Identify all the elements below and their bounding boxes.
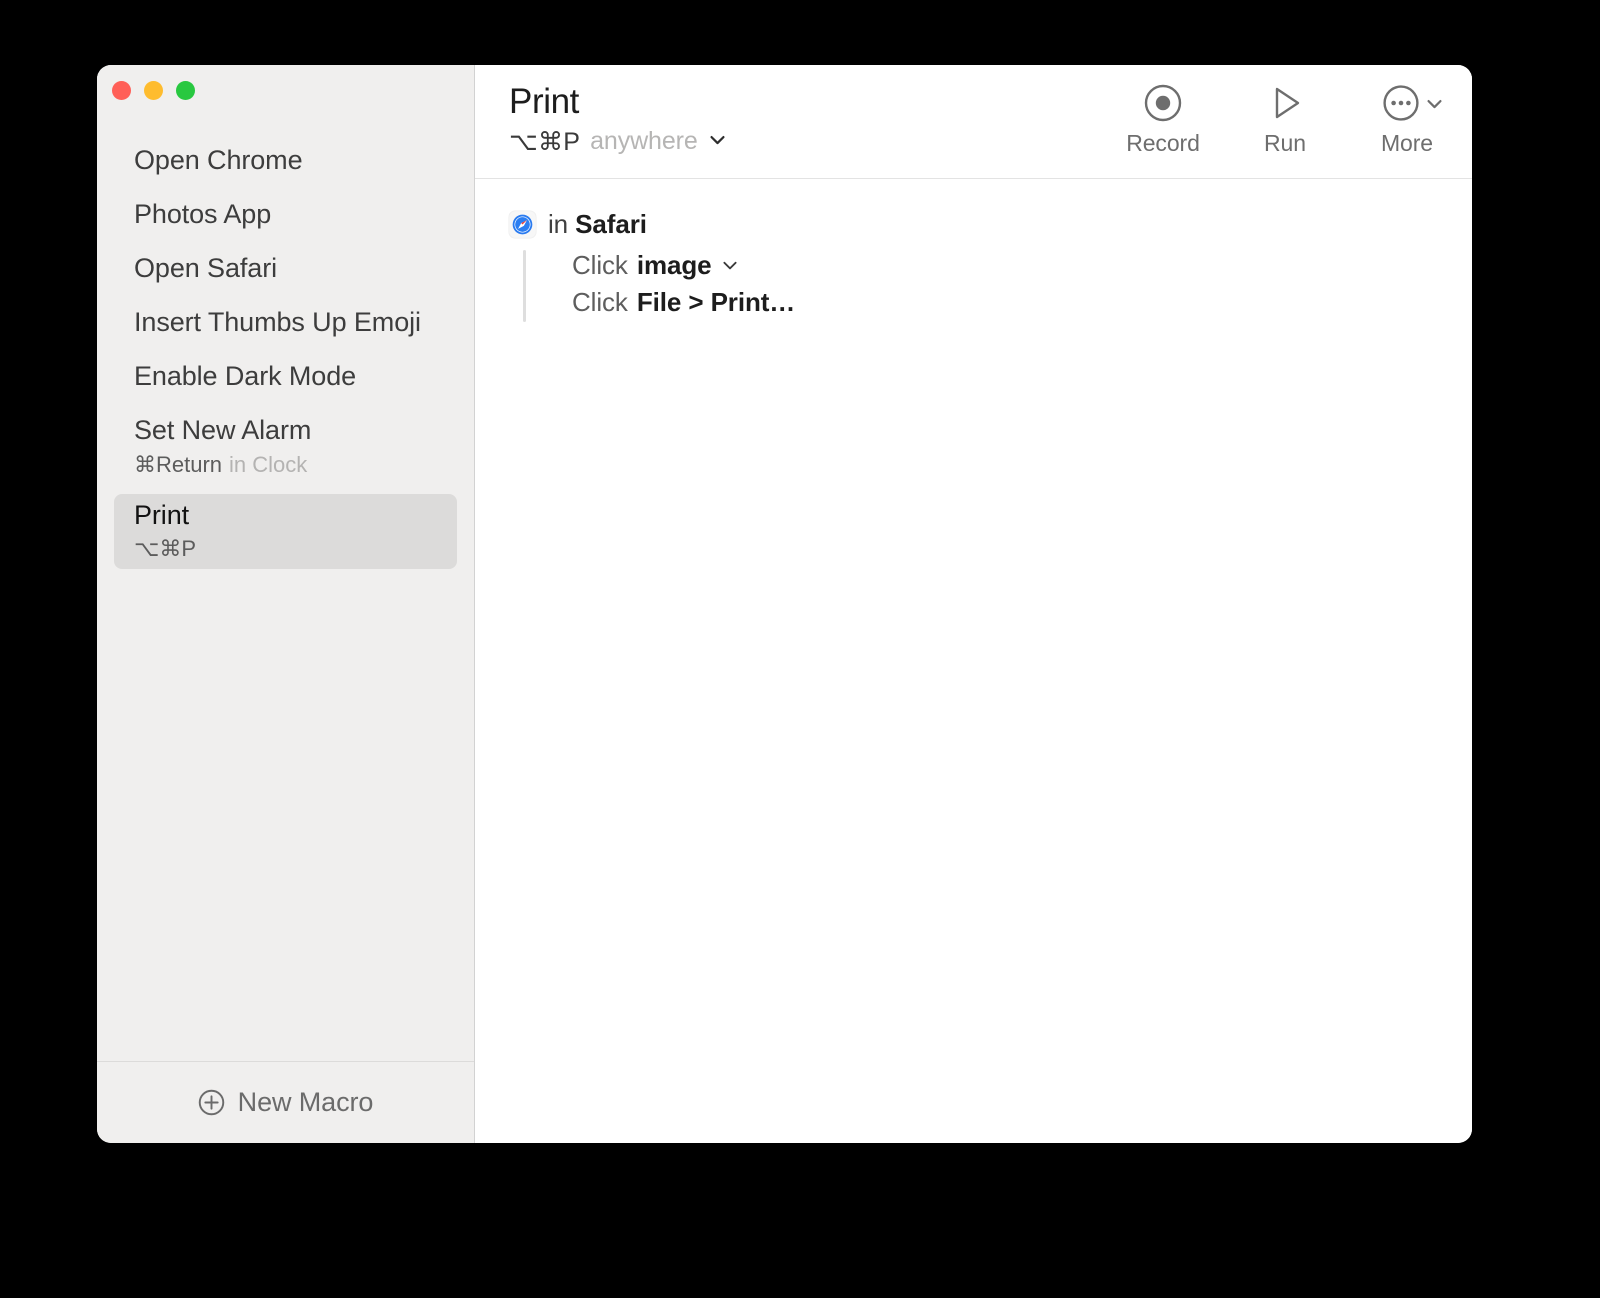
macro-title: Enable Dark Mode [134, 361, 357, 392]
script-steps: Click image Click File > Print… [509, 247, 1472, 322]
script-context-text: in Safari [548, 209, 647, 240]
run-label: Run [1264, 130, 1306, 156]
new-macro-button[interactable]: New Macro [190, 1083, 382, 1122]
window-controls [97, 65, 474, 100]
macro-header: Print ⌥⌘P anywhere Record Run More [475, 65, 1472, 179]
macro-scope: in Clock [229, 451, 308, 477]
chevron-down-icon[interactable] [721, 247, 739, 284]
macro-list-item-insert-thumbs-up-emoji[interactable]: Insert Thumbs Up Emoji [114, 301, 457, 345]
macro-shortcut: ⌘Return [134, 451, 223, 477]
script-context-row[interactable]: in Safari [509, 209, 1472, 240]
step-verb: Click [572, 286, 628, 317]
macro-title: Print [134, 500, 190, 531]
macro-title: Insert Thumbs Up Emoji [134, 307, 421, 338]
macro-list-item-set-new-alarm[interactable]: Set New Alarm ⌘Return in Clock [114, 409, 457, 484]
close-window-button[interactable] [112, 81, 131, 100]
safari-icon [509, 211, 536, 238]
macro-scope-value[interactable]: anywhere [590, 127, 698, 156]
macro-list-item-open-chrome[interactable]: Open Chrome [114, 139, 457, 183]
more-button[interactable]: More [1370, 83, 1444, 157]
step-target: image [636, 250, 712, 280]
header-titles: Print ⌥⌘P anywhere [509, 80, 727, 157]
step-verb: Click [572, 250, 628, 280]
macro-subtitle: ⌘Return in Clock [134, 450, 437, 480]
macro-list-item-photos-app[interactable]: Photos App [114, 193, 457, 237]
script-step-click-image[interactable]: Click image [523, 247, 1472, 284]
toolbar: Record Run More [1126, 80, 1444, 157]
main-panel: Print ⌥⌘P anywhere Record Run More in Sa… [475, 65, 1472, 1143]
macro-title: Photos App [134, 199, 272, 230]
record-icon [1143, 83, 1183, 123]
sidebar-footer: New Macro [97, 1061, 474, 1143]
play-icon [1265, 83, 1305, 123]
more-label: More [1380, 130, 1433, 156]
macro-shortcut-value[interactable]: ⌥⌘P [509, 127, 580, 157]
macro-subtitle: ⌥⌘P [134, 534, 437, 564]
macro-shortcut: ⌥⌘P [134, 536, 197, 562]
chevron-down-icon [1425, 94, 1444, 113]
macro-title: Open Safari [134, 253, 277, 284]
macro-list: Open Chrome Photos App Open Safari Inser… [97, 99, 474, 1061]
minimize-window-button[interactable] [144, 81, 163, 100]
sidebar: Open Chrome Photos App Open Safari Inser… [97, 65, 475, 1143]
macro-list-item-open-safari[interactable]: Open Safari [114, 247, 457, 291]
record-button[interactable]: Record [1126, 83, 1200, 157]
macro-title: Set New Alarm [134, 415, 312, 446]
plus-circle-icon [198, 1089, 225, 1116]
maximize-window-button[interactable] [176, 81, 195, 100]
new-macro-label: New Macro [237, 1087, 374, 1117]
macro-list-item-print[interactable]: Print ⌥⌘P [114, 494, 457, 570]
app-window: Open Chrome Photos App Open Safari Inser… [97, 65, 1472, 1143]
record-label: Record [1126, 130, 1200, 156]
macro-list-item-enable-dark-mode[interactable]: Enable Dark Mode [114, 355, 457, 399]
ellipsis-circle-icon [1381, 83, 1421, 123]
macro-script-body: in Safari Click image Click File > Print… [475, 179, 1472, 1143]
chevron-down-icon[interactable] [708, 130, 727, 154]
macro-title: Open Chrome [134, 145, 303, 175]
context-app-name: Safari [575, 209, 647, 239]
step-group-rail [523, 250, 526, 322]
context-prefix: in [548, 209, 569, 239]
script-step-click-file-print[interactable]: Click File > Print… [523, 284, 1472, 321]
page-title: Print [509, 82, 579, 121]
macro-meta: ⌥⌘P anywhere [509, 127, 727, 157]
run-button[interactable]: Run [1248, 83, 1322, 157]
step-target: File > Print… [636, 286, 796, 317]
